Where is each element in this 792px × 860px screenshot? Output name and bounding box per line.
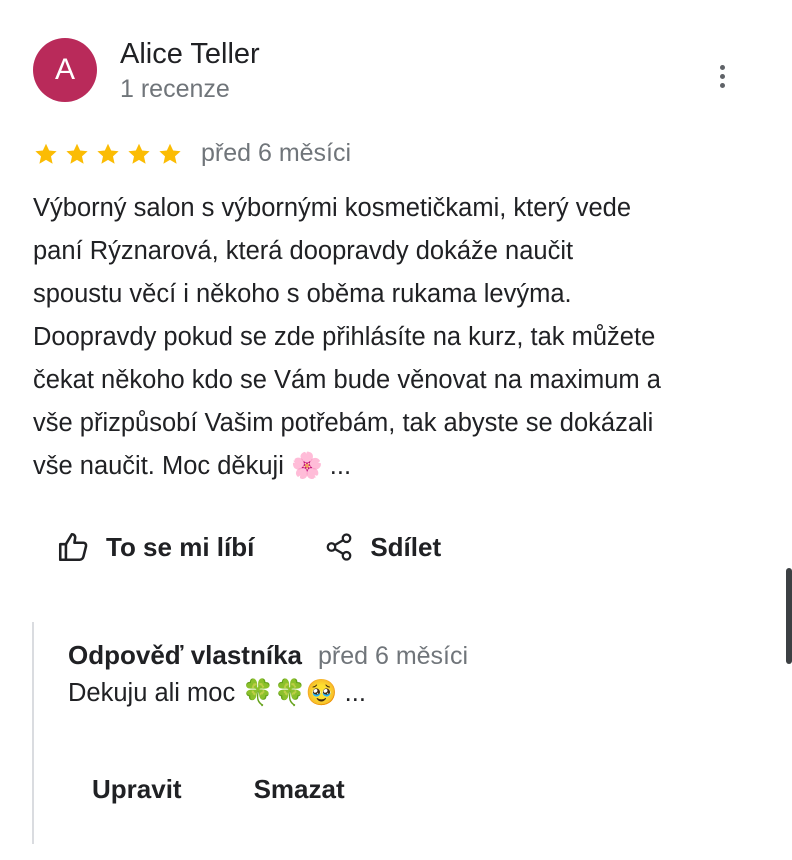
review-text-line: Doopravdy pokud se zde přihlásíte na kur… [33, 323, 656, 351]
author-name[interactable]: Alice Teller [120, 38, 260, 71]
edit-reply-button[interactable]: Upravit [92, 774, 182, 805]
owner-reply-title: Odpověď vlastníka [68, 640, 302, 670]
star-icon [35, 143, 57, 164]
scrollbar-thumb[interactable] [786, 568, 792, 664]
like-label: To se mi líbí [106, 531, 255, 562]
avatar-initial: A [54, 53, 75, 86]
share-button[interactable]: Sdílet [324, 532, 441, 563]
delete-reply-button[interactable]: Smazat [254, 774, 345, 805]
star-icon [128, 143, 150, 164]
review-count: 1 recenze [120, 75, 230, 103]
share-label: Sdílet [370, 531, 442, 562]
review-text-line: vše přizpůsobí Vašim potřebám, tak abyst… [33, 409, 654, 437]
review-date: před 6 měsíci [201, 139, 352, 167]
owner-reply-actions: Upravit Smazat [92, 774, 345, 805]
review-text-line: Výborný salon s výbornými kosmetičkami, … [33, 194, 632, 222]
owner-reply-header: Odpověď vlastníka před 6 měsíci [68, 640, 468, 671]
like-button[interactable]: To se mi líbí [56, 530, 254, 564]
star-icon [159, 143, 181, 164]
review-text-line: čekat někoho kdo se Vám bude věnovat na … [33, 366, 661, 394]
owner-reply-text[interactable]: Dekuju ali moc 🍀🍀🥹 ... [68, 678, 366, 708]
share-icon [326, 533, 352, 561]
owner-reply: Odpověď vlastníka před 6 měsíci Dekuju a… [32, 622, 754, 844]
review-text-line: paní Rýznarová, která doopravdy dokáže n… [33, 237, 574, 265]
rating-row: před 6 měsíci [33, 139, 351, 168]
star-icon [97, 143, 119, 164]
star-icon [66, 143, 88, 164]
review-text-line: spoustu věcí i někoho s oběma rukama lev… [33, 280, 572, 308]
review-text: Výborný salon s výbornými kosmetičkami, … [33, 187, 763, 488]
review-text-line[interactable]: vše naučit. Moc děkuji 🌸 ... [33, 445, 763, 488]
review-actions: To se mi líbí Sdílet [56, 530, 441, 564]
star-rating [33, 141, 183, 167]
owner-reply-date: před 6 měsíci [318, 642, 469, 670]
avatar[interactable]: A [33, 38, 97, 102]
thumbs-up-icon [58, 532, 88, 562]
more-vert-icon[interactable] [704, 58, 740, 94]
